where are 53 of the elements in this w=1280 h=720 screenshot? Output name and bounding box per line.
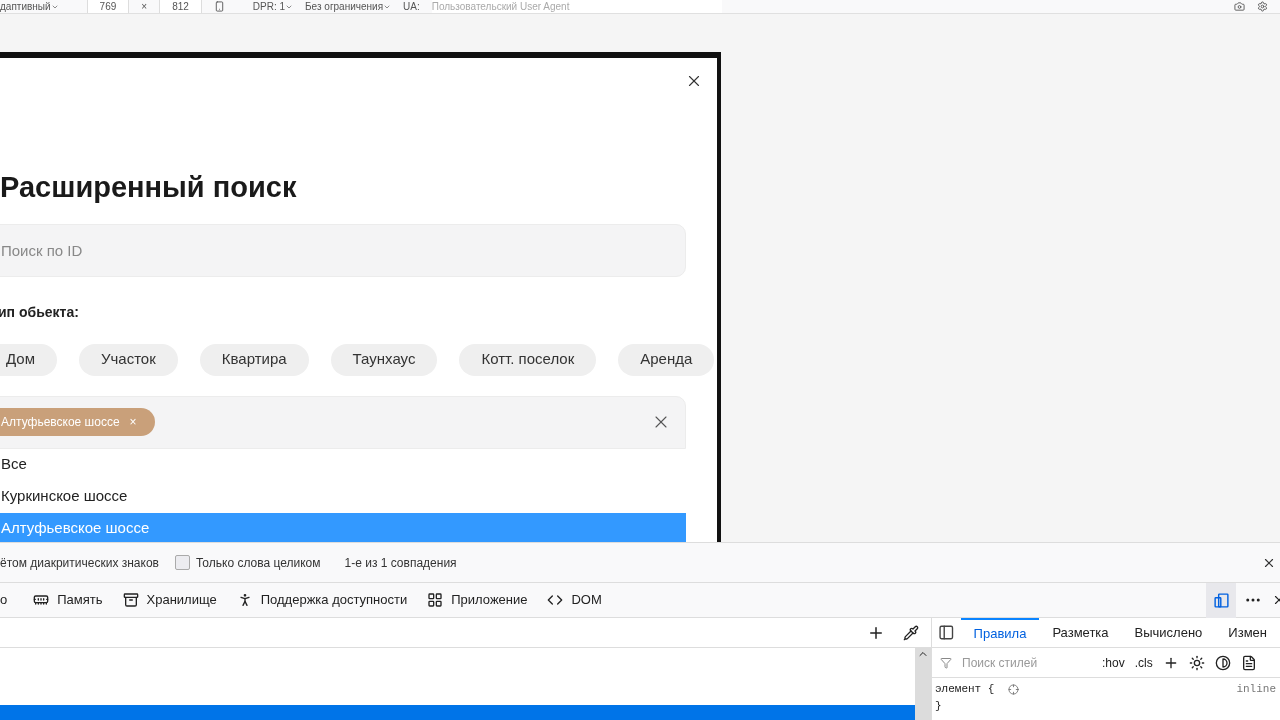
modal-title: Расширенный поиск: [0, 170, 298, 205]
responsive-mode-dropdown[interactable]: даптивный: [0, 0, 59, 13]
rule-close-brace: }: [934, 698, 943, 714]
object-type-chip[interactable]: Дом: [0, 343, 57, 376]
devtools-tab[interactable]: DOM: [537, 583, 612, 617]
height-field[interactable]: 812: [159, 0, 202, 13]
tab-icon: [33, 592, 50, 608]
object-type-chip[interactable]: Аренда: [618, 343, 715, 376]
width-field[interactable]: 769: [86, 0, 130, 13]
tab-icon: [122, 592, 139, 608]
object-type-chip[interactable]: Квартира: [199, 343, 309, 376]
tab-icon: [547, 592, 564, 608]
sidebar-tab[interactable]: Измен: [1215, 618, 1280, 647]
settings-icon[interactable]: [1257, 1, 1268, 12]
sidebar-tab[interactable]: Вычислено: [1121, 618, 1216, 647]
rule-selector: элемент {: [935, 682, 995, 697]
selected-node-row[interactable]: [0, 705, 915, 720]
devices-icon: [1212, 591, 1230, 609]
sun-icon[interactable]: [1188, 654, 1205, 671]
tag-label: Алтуфьевское шоссе: [1, 414, 120, 431]
devtools-tab[interactable]: Поддержка доступности: [226, 583, 418, 617]
id-search-field[interactable]: Поиск по ID: [0, 223, 686, 277]
diacritics-option[interactable]: ётом диакритических знаков: [0, 553, 159, 572]
object-type-chip[interactable]: Участок: [79, 343, 178, 376]
camera-icon[interactable]: [1234, 1, 1245, 12]
responsive-design-button[interactable]: [1206, 582, 1236, 618]
object-type-chip[interactable]: Котт. поселок: [459, 343, 597, 376]
device-rotate-icon[interactable]: [213, 1, 225, 12]
ua-label: UA:: [403, 0, 420, 13]
style-filter-field[interactable]: Поиск стилей: [962, 653, 1092, 672]
document-icon[interactable]: [1240, 654, 1257, 671]
sidebar-tab[interactable]: Разметка: [1039, 618, 1122, 647]
tab-icon: [427, 592, 444, 608]
sidebar-tab[interactable]: Правила: [960, 618, 1040, 647]
rule-source: inline: [1236, 682, 1276, 697]
devtools-tab[interactable]: Память: [23, 583, 113, 617]
match-count: 1-е из 1 совпадения: [344, 554, 457, 572]
object-type-chip[interactable]: Таунхаус: [330, 343, 438, 376]
whole-words-checkbox[interactable]: [174, 555, 190, 570]
throttle-dropdown[interactable]: Без ограничения: [305, 0, 392, 13]
contrast-icon[interactable]: [1214, 654, 1231, 671]
devtools-tab[interactable]: Приложение: [417, 583, 538, 617]
whole-words-label: Только слова целиком: [195, 554, 321, 572]
devtools-tab[interactable]: Хранилище: [112, 583, 227, 617]
crosshair-icon[interactable]: [1008, 683, 1020, 695]
filter-icon: [940, 656, 952, 669]
pseudo-class-toggle[interactable]: :hov: [1102, 653, 1125, 672]
times-sign: ×: [141, 0, 148, 13]
eyedropper-icon[interactable]: [903, 624, 919, 641]
dpr-dropdown[interactable]: DPR: 1: [252, 0, 294, 13]
pseudo-class-toggle[interactable]: .cls: [1134, 653, 1153, 672]
devtools-tab[interactable]: о: [0, 583, 24, 617]
sidebar-toggle-icon[interactable]: [938, 624, 955, 641]
